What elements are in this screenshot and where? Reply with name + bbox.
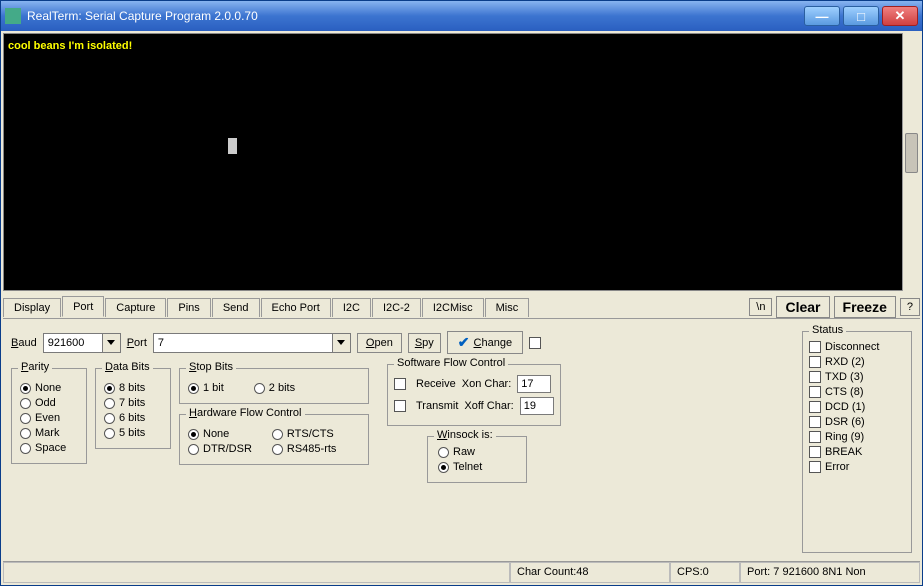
titlebar[interactable]: RealTerm: Serial Capture Program 2.0.0.7… bbox=[1, 1, 922, 31]
status-txd: TXD (3) bbox=[809, 371, 905, 383]
tab-capture[interactable]: Capture bbox=[105, 298, 166, 317]
statusbar: Char Count:48 CPS:0 Port: 7 921600 8N1 N… bbox=[3, 561, 920, 583]
app-icon bbox=[5, 8, 21, 24]
parity-space[interactable]: Space bbox=[20, 442, 78, 454]
app-window: RealTerm: Serial Capture Program 2.0.0.7… bbox=[0, 0, 923, 586]
hwflow-rtscts[interactable]: RTS/CTS bbox=[272, 428, 337, 440]
port-label: Port bbox=[127, 337, 147, 349]
port-input[interactable] bbox=[153, 333, 333, 353]
baud-label: Baud bbox=[11, 337, 37, 349]
stopbits-group: Stop Bits 1 bit 2 bits bbox=[179, 368, 369, 404]
databits-7[interactable]: 7 bits bbox=[104, 397, 162, 409]
terminal-scrollbar[interactable] bbox=[902, 33, 920, 291]
terminal-cursor bbox=[228, 138, 237, 154]
tab-i2c[interactable]: I2C bbox=[332, 298, 371, 317]
status-group: Status Disconnect RXD (2) TXD (3) CTS (8… bbox=[802, 331, 912, 553]
tab-port[interactable]: Port bbox=[62, 296, 104, 317]
parity-none[interactable]: None bbox=[20, 382, 78, 394]
xoff-label: Xoff Char: bbox=[464, 400, 513, 412]
parity-title: Parity bbox=[18, 361, 52, 373]
help-button[interactable]: ? bbox=[900, 298, 920, 316]
tab-display[interactable]: Display bbox=[3, 298, 61, 317]
databits-title: Data Bits bbox=[102, 361, 153, 373]
transmit-label: Transmit bbox=[416, 400, 458, 412]
open-button[interactable]: Open bbox=[357, 333, 402, 353]
status-dsr: DSR (6) bbox=[809, 416, 905, 428]
maximize-button[interactable]: □ bbox=[843, 6, 879, 26]
winsock-group: Winsock is: Raw Telnet bbox=[427, 436, 527, 483]
receive-label: Receive bbox=[416, 378, 456, 390]
swflow-group: Software Flow Control Receive Xon Char: … bbox=[387, 364, 561, 426]
baud-dropdown-button[interactable] bbox=[103, 333, 121, 353]
hwflow-title: Hardware Flow Control bbox=[186, 407, 305, 419]
stopbits-1[interactable]: 1 bit bbox=[188, 382, 224, 394]
chevron-down-icon bbox=[337, 340, 345, 345]
statusbar-charcount: Char Count:48 bbox=[510, 562, 670, 583]
tab-i2cmisc[interactable]: I2CMisc bbox=[422, 298, 484, 317]
close-button[interactable]: ✕ bbox=[882, 6, 918, 26]
status-title: Status bbox=[809, 324, 846, 336]
winsock-title: Winsock is: bbox=[434, 429, 496, 441]
parity-mark[interactable]: Mark bbox=[20, 427, 78, 439]
stopbits-2[interactable]: 2 bits bbox=[254, 382, 295, 394]
newline-button[interactable]: \n bbox=[749, 298, 772, 316]
checkmark-icon: ✔ bbox=[458, 334, 470, 351]
hwflow-rs485[interactable]: RS485-rts bbox=[272, 443, 337, 455]
xon-label: Xon Char: bbox=[462, 378, 512, 390]
port-panel: Baud Port Open Spy ✔ Change bbox=[3, 319, 920, 561]
parity-even[interactable]: Even bbox=[20, 412, 78, 424]
spy-button[interactable]: Spy bbox=[408, 333, 441, 353]
terminal-output[interactable]: cool beans I'm isolated! bbox=[3, 33, 920, 291]
status-dcd: DCD (1) bbox=[809, 401, 905, 413]
statusbar-cps: CPS:0 bbox=[670, 562, 740, 583]
databits-8[interactable]: 8 bits bbox=[104, 382, 162, 394]
tab-bar: Display Port Capture Pins Send Echo Port… bbox=[3, 295, 920, 319]
xon-input[interactable] bbox=[517, 375, 551, 393]
tab-misc[interactable]: Misc bbox=[485, 298, 530, 317]
parity-odd[interactable]: Odd bbox=[20, 397, 78, 409]
change-checkbox[interactable] bbox=[529, 337, 541, 349]
chevron-down-icon bbox=[107, 340, 115, 345]
window-title: RealTerm: Serial Capture Program 2.0.0.7… bbox=[27, 9, 804, 23]
status-disconnect: Disconnect bbox=[809, 341, 905, 353]
scrollbar-thumb[interactable] bbox=[905, 133, 918, 173]
clear-button[interactable]: Clear bbox=[776, 296, 829, 318]
statusbar-port: Port: 7 921600 8N1 Non bbox=[740, 562, 920, 583]
databits-5[interactable]: 5 bits bbox=[104, 427, 162, 439]
parity-group: Parity None Odd Even Mark Space bbox=[11, 368, 87, 464]
tab-pins[interactable]: Pins bbox=[167, 298, 210, 317]
winsock-raw[interactable]: Raw bbox=[438, 446, 516, 458]
receive-checkbox[interactable] bbox=[394, 378, 406, 390]
port-dropdown-button[interactable] bbox=[333, 333, 351, 353]
status-cts: CTS (8) bbox=[809, 386, 905, 398]
terminal-text: cool beans I'm isolated! bbox=[8, 40, 132, 52]
databits-group: Data Bits 8 bits 7 bits 6 bits 5 bits bbox=[95, 368, 171, 449]
hwflow-none[interactable]: None bbox=[188, 428, 252, 440]
hwflow-dtrdsr[interactable]: DTR/DSR bbox=[188, 443, 252, 455]
winsock-telnet[interactable]: Telnet bbox=[438, 461, 516, 473]
statusbar-spacer bbox=[3, 562, 510, 583]
freeze-button[interactable]: Freeze bbox=[834, 296, 896, 318]
status-error: Error bbox=[809, 461, 905, 473]
xoff-input[interactable] bbox=[520, 397, 554, 415]
status-break: BREAK bbox=[809, 446, 905, 458]
status-ring: Ring (9) bbox=[809, 431, 905, 443]
hwflow-group: Hardware Flow Control None DTR/DSR RTS/C… bbox=[179, 414, 369, 465]
change-button[interactable]: ✔ Change bbox=[447, 331, 523, 354]
swflow-title: Software Flow Control bbox=[394, 357, 508, 369]
tab-i2c2[interactable]: I2C-2 bbox=[372, 298, 421, 317]
baud-input[interactable] bbox=[43, 333, 103, 353]
databits-6[interactable]: 6 bits bbox=[104, 412, 162, 424]
tab-echoport[interactable]: Echo Port bbox=[261, 298, 331, 317]
stopbits-title: Stop Bits bbox=[186, 361, 236, 373]
status-rxd: RXD (2) bbox=[809, 356, 905, 368]
tab-send[interactable]: Send bbox=[212, 298, 260, 317]
minimize-button[interactable]: — bbox=[804, 6, 840, 26]
transmit-checkbox[interactable] bbox=[394, 400, 406, 412]
